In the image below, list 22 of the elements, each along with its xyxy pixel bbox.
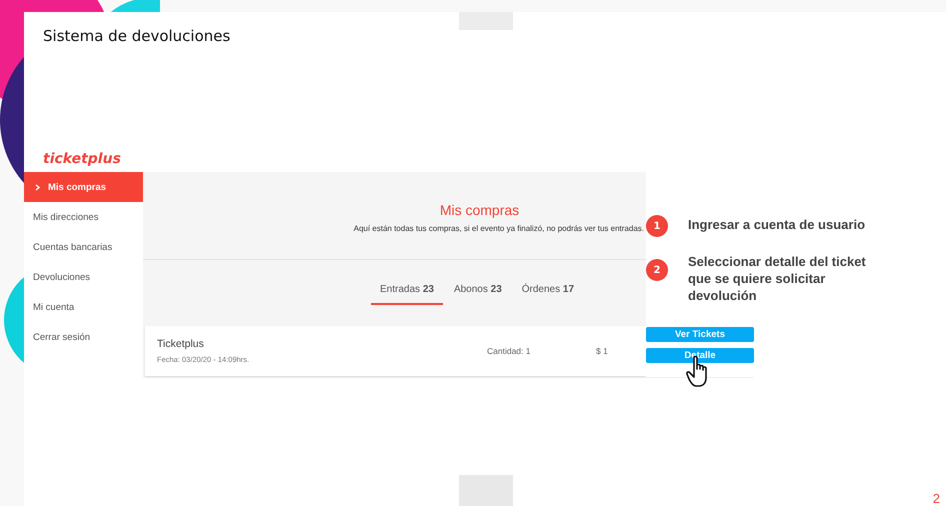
tab[interactable]: Entradas 23 xyxy=(371,279,443,305)
chevron-icon xyxy=(35,184,40,190)
sidebar-item[interactable]: Cuentas bancarias xyxy=(24,232,112,262)
page-number: 2 xyxy=(932,491,940,506)
sidebar-item[interactable]: Mis compras xyxy=(24,172,143,202)
page-subtitle: Aquí están todas tus compras, si el evento ya finalizó, no podrás ver tus entradas. xyxy=(352,224,645,233)
event-name: Ticketplus xyxy=(157,338,204,350)
quantity: Cantidad: 1 xyxy=(487,346,532,356)
sidebar-item[interactable]: Mis direcciones xyxy=(24,202,98,232)
sidebar-item[interactable]: Devoluciones xyxy=(24,262,90,292)
step-number-badge: 2 xyxy=(646,259,668,281)
sidebar-item[interactable]: Mi cuenta xyxy=(24,292,74,322)
step-number-badge: 1 xyxy=(646,215,668,237)
tab[interactable]: Abonos 23 xyxy=(444,279,511,305)
step-text: Ingresar a cuenta de usuario xyxy=(688,216,866,233)
tab[interactable]: Órdenes 17 xyxy=(512,279,584,305)
slide-title: Sistema de devoluciones xyxy=(43,26,230,47)
page-heading: Mis compras xyxy=(438,202,520,218)
logo: ticketplus xyxy=(43,151,121,169)
price: $ 1 xyxy=(596,346,608,356)
step-text: Seleccionar detalle del ticket que se quiere solicitar devolución xyxy=(688,253,867,304)
sidebar-item[interactable]: Cerrar sesión xyxy=(24,322,90,352)
